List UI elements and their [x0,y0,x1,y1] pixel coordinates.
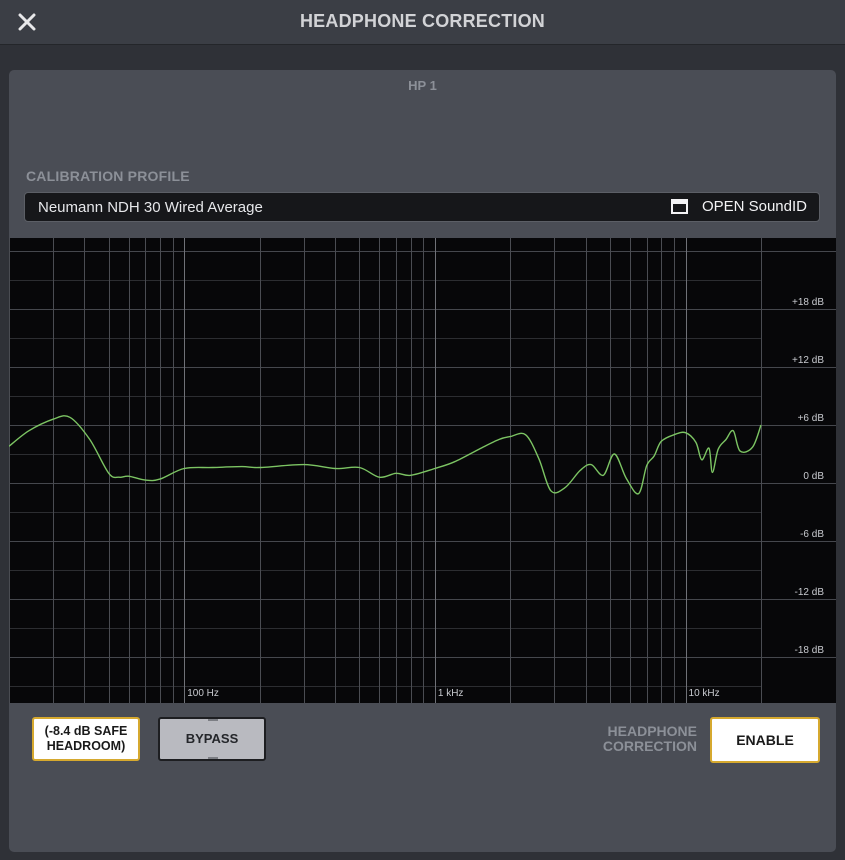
window-title: HEADPHONE CORRECTION [299,11,545,31]
enable-button[interactable]: ENABLE [710,717,820,763]
freq-label: 1 kHz [438,688,464,699]
enable-label: ENABLE [736,732,794,748]
output-label: HP 1 [408,78,437,93]
safe-headroom-button[interactable]: (-8.4 dB SAFE HEADROOM) [32,717,140,761]
calibration-profile-label: CALIBRATION PROFILE [26,168,190,184]
headroom-line-2: HEADROOM) [46,739,126,753]
hp-panel: HP 1 CALIBRATION PROFILE Neumann NDH 30 … [9,70,836,852]
hc-label-line-1: HEADPHONE [607,723,697,739]
bypass-label: BYPASS [185,731,239,746]
calibration-profile-selector[interactable]: Neumann NDH 30 Wired Average OPEN SoundI… [24,192,820,222]
db-label: -6 dB [800,529,824,540]
freq-label: 10 kHz [689,688,720,699]
bypass-button[interactable]: BYPASS [158,717,266,761]
db-label: 0 dB [803,471,824,482]
hc-label-line-2: CORRECTION [602,738,697,754]
frequency-response-graph: 100 Hz 1 kHz 10 kHz +18 dB +12 dB +6 dB 0 dB -6… [9,238,836,703]
window-icon [670,199,688,214]
bypass-notch [208,757,218,759]
open-soundid-label: OPEN SoundID [701,198,807,215]
bypass-notch [208,719,218,721]
db-label: +18 dB [792,297,824,308]
db-label: +6 dB [798,413,825,424]
db-label: -12 dB [795,587,825,598]
profile-name: Neumann NDH 30 Wired Average [38,199,263,216]
headroom-line-1: (-8.4 dB SAFE [44,724,128,738]
headphone-correction-label: HEADPHONE CORRECTION [569,724,697,754]
freq-label: 100 Hz [187,688,219,699]
headphone-correction-window: HEADPHONE CORRECTION HP 1 CALIBRATION PR… [0,0,845,860]
title-bar: HEADPHONE CORRECTION [0,0,845,45]
db-label: -18 dB [795,645,825,656]
frequency-response-svg: 100 Hz 1 kHz 10 kHz +18 dB +12 dB +6 dB 0 dB -6… [9,238,836,703]
db-label: +12 dB [792,355,824,366]
open-soundid-button[interactable]: OPEN SoundID [670,198,807,215]
